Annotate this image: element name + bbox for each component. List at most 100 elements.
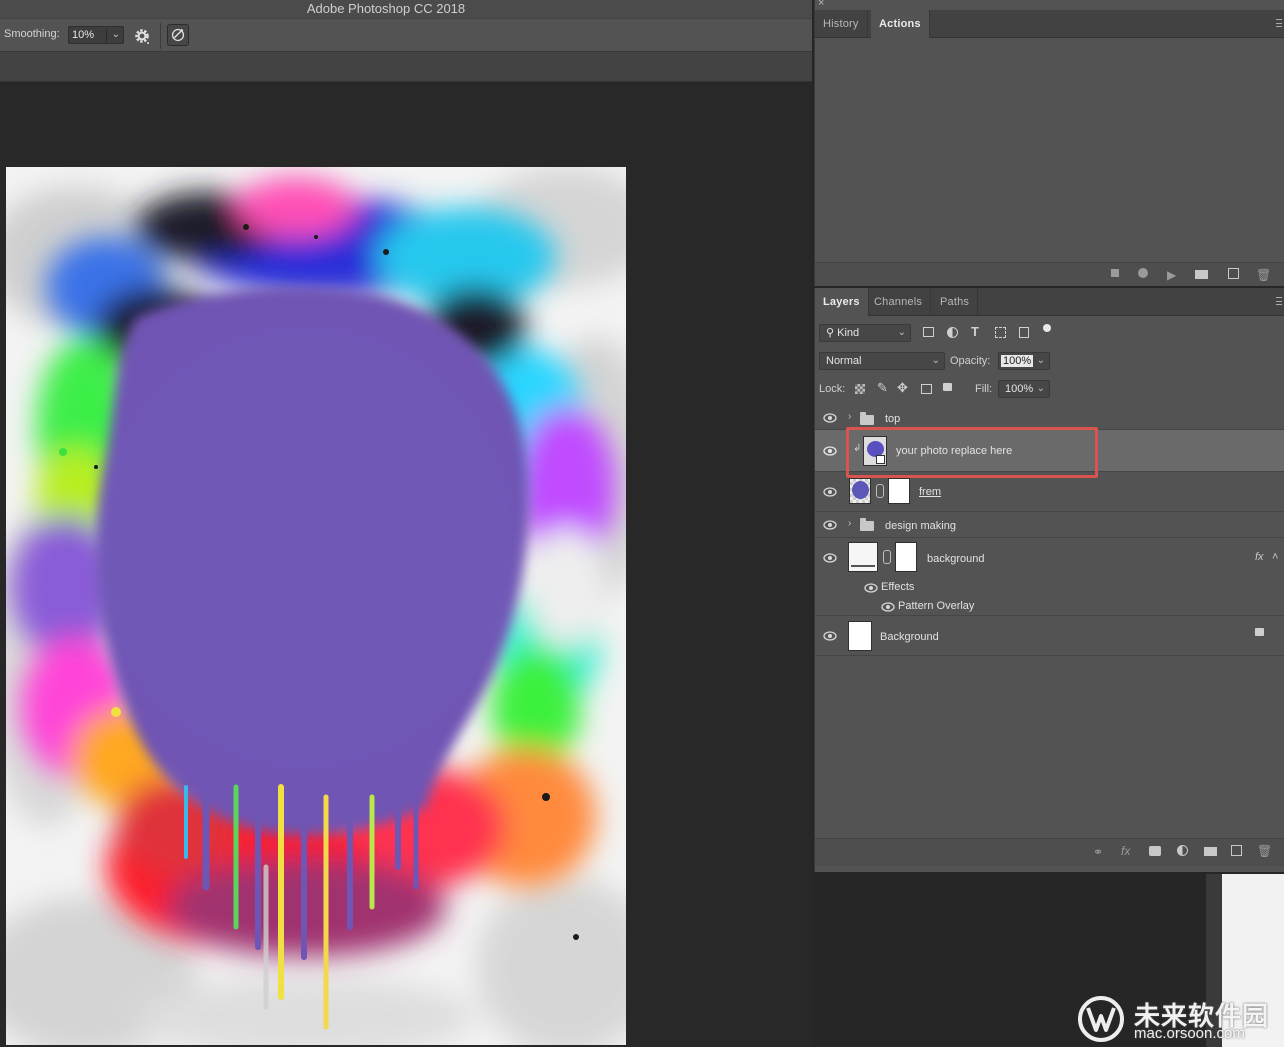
lock-transparent-icon[interactable] bbox=[855, 384, 865, 394]
fx-badge[interactable]: fx bbox=[1255, 551, 1264, 563]
adjustment-filter-icon[interactable] bbox=[947, 327, 958, 338]
layer-mask-thumbnail[interactable] bbox=[895, 542, 917, 572]
lock-move-icon[interactable]: ✥ bbox=[897, 380, 908, 396]
search-icon: ⚲ bbox=[826, 327, 835, 339]
chevron-right-icon[interactable]: › bbox=[848, 518, 851, 529]
type-filter-icon[interactable]: T bbox=[971, 324, 979, 339]
effects-label: Effects bbox=[881, 581, 915, 593]
chevron-up-icon[interactable]: ˄ bbox=[1272, 551, 1278, 563]
opacity-value: 100% bbox=[1001, 355, 1034, 367]
trash-icon[interactable]: 🗑 bbox=[1257, 844, 1272, 858]
options-separator bbox=[160, 23, 161, 49]
layer-row-background[interactable]: Background bbox=[815, 616, 1284, 656]
eye-icon[interactable] bbox=[881, 602, 895, 612]
fill-label: Fill: bbox=[975, 383, 993, 395]
tab-channels[interactable]: Channels bbox=[866, 288, 932, 316]
layer-mask-thumbnail[interactable] bbox=[888, 478, 910, 504]
lock-paint-icon[interactable]: ✎ bbox=[877, 380, 888, 396]
chevron-down-icon[interactable]: ⌄ bbox=[112, 27, 120, 43]
link-layers-icon[interactable]: ⚭ bbox=[1093, 845, 1103, 859]
chevron-right-icon[interactable]: › bbox=[848, 411, 851, 422]
shape-filter-icon[interactable] bbox=[995, 327, 1006, 338]
panel-menu-icon[interactable] bbox=[1276, 19, 1282, 27]
opacity-field[interactable]: 100% ⌄ bbox=[998, 352, 1050, 370]
tab-actions[interactable]: Actions bbox=[871, 10, 930, 38]
opacity-label: Opacity: bbox=[950, 355, 991, 367]
trash-icon[interactable]: 🗑 bbox=[1256, 268, 1271, 282]
layer-thumbnail bbox=[848, 621, 872, 651]
new-action-icon[interactable] bbox=[1228, 268, 1239, 279]
eye-icon[interactable] bbox=[823, 553, 837, 563]
chevron-down-icon: ⌄ bbox=[1036, 383, 1045, 394]
layers-panel: Layers Channels Paths ⚲ Kind ⌄ T Normal … bbox=[814, 288, 1284, 872]
panel-menu-icon[interactable] bbox=[1276, 297, 1282, 305]
chevron-down-icon: ⌄ bbox=[1036, 355, 1045, 366]
lock-label: Lock: bbox=[819, 383, 846, 395]
layer-name: Background bbox=[880, 631, 939, 643]
folder-icon[interactable] bbox=[1195, 270, 1208, 279]
layers-tab-bar: Layers Channels Paths bbox=[815, 288, 1284, 316]
folder-icon bbox=[860, 518, 874, 531]
options-bar: Smoothing: 10% ⌄ bbox=[0, 18, 812, 52]
canvas-artwork[interactable] bbox=[6, 167, 626, 1045]
tab-paths[interactable]: Paths bbox=[932, 288, 979, 316]
pixel-filter-icon[interactable] bbox=[923, 327, 934, 337]
stop-icon[interactable] bbox=[1111, 269, 1119, 277]
layer-row-background-fx[interactable]: background fx ˄ Effects Pattern Overlay bbox=[815, 538, 1284, 616]
adjustment-layer-icon[interactable] bbox=[1177, 845, 1188, 856]
smoothing-value: 10% bbox=[72, 29, 95, 41]
thumbnail-shape bbox=[851, 565, 875, 567]
layer-name: top bbox=[885, 413, 901, 425]
lock-all-icon[interactable] bbox=[943, 383, 952, 391]
layers-footer: ⚭ fx 🗑 bbox=[815, 838, 1284, 866]
lock-artboard-icon[interactable] bbox=[921, 384, 932, 394]
watermark-logo-icon bbox=[1078, 996, 1124, 1042]
blend-mode-value: Normal bbox=[826, 355, 862, 367]
play-icon[interactable]: ▶ bbox=[1167, 268, 1176, 282]
actions-tab-bar: History Actions bbox=[815, 10, 1284, 38]
eye-icon[interactable] bbox=[823, 487, 837, 497]
layer-row-design-making[interactable]: › design making bbox=[815, 512, 1284, 538]
eye-icon[interactable] bbox=[823, 446, 837, 456]
close-icon[interactable]: × bbox=[818, 0, 824, 9]
new-layer-icon[interactable] bbox=[1231, 845, 1242, 856]
fx-icon[interactable]: fx bbox=[1121, 844, 1130, 858]
actions-footer: ▶ 🗑 bbox=[815, 262, 1284, 286]
eye-icon[interactable] bbox=[823, 520, 837, 530]
link-icon[interactable] bbox=[876, 484, 884, 498]
eye-icon[interactable] bbox=[823, 413, 837, 423]
paint-splash-image bbox=[6, 167, 626, 1045]
eye-icon[interactable] bbox=[864, 583, 878, 593]
smart-object-filter-icon[interactable] bbox=[1019, 327, 1029, 338]
folder-icon bbox=[860, 412, 874, 425]
blend-mode-select[interactable]: Normal ⌄ bbox=[819, 352, 945, 370]
filter-toggle-icon[interactable] bbox=[1043, 324, 1051, 332]
pressure-icon bbox=[171, 28, 185, 42]
lock-icon bbox=[1255, 628, 1264, 636]
gear-icon[interactable] bbox=[132, 26, 152, 46]
fill-value: 100% bbox=[1005, 383, 1034, 395]
pattern-overlay-label: Pattern Overlay bbox=[898, 600, 975, 612]
tab-layers[interactable]: Layers bbox=[815, 288, 869, 316]
chevron-down-icon: ⌄ bbox=[931, 355, 940, 366]
filter-kind-select[interactable]: ⚲ Kind ⌄ bbox=[819, 324, 911, 342]
smoothing-separator bbox=[106, 29, 107, 42]
layer-row-frem[interactable]: frem bbox=[815, 472, 1284, 512]
annotation-highlight-box bbox=[846, 427, 1098, 478]
add-mask-icon[interactable] bbox=[1149, 846, 1161, 856]
link-icon[interactable] bbox=[883, 550, 891, 564]
watermark-url-text: mac.orsoon.com bbox=[1134, 1025, 1245, 1042]
pressure-opacity-button[interactable] bbox=[167, 24, 189, 46]
new-group-icon[interactable] bbox=[1204, 847, 1217, 856]
smoothing-field[interactable]: 10% ⌄ bbox=[68, 26, 124, 44]
fill-field[interactable]: 100% ⌄ bbox=[998, 380, 1050, 398]
tab-history[interactable]: History bbox=[815, 10, 868, 38]
photoshop-window: Adobe Photoshop CC 2018 Smoothing: 10% ⌄ bbox=[0, 0, 1284, 1047]
layer-thumbnail bbox=[849, 478, 871, 504]
eye-icon[interactable] bbox=[823, 631, 837, 641]
layer-name: design making bbox=[885, 520, 956, 532]
watermark: 未来软件园 mac.orsoon.com bbox=[1076, 994, 1280, 1044]
document-tab-strip bbox=[0, 52, 812, 82]
layer-name: background bbox=[927, 553, 985, 565]
record-icon[interactable] bbox=[1138, 268, 1148, 278]
